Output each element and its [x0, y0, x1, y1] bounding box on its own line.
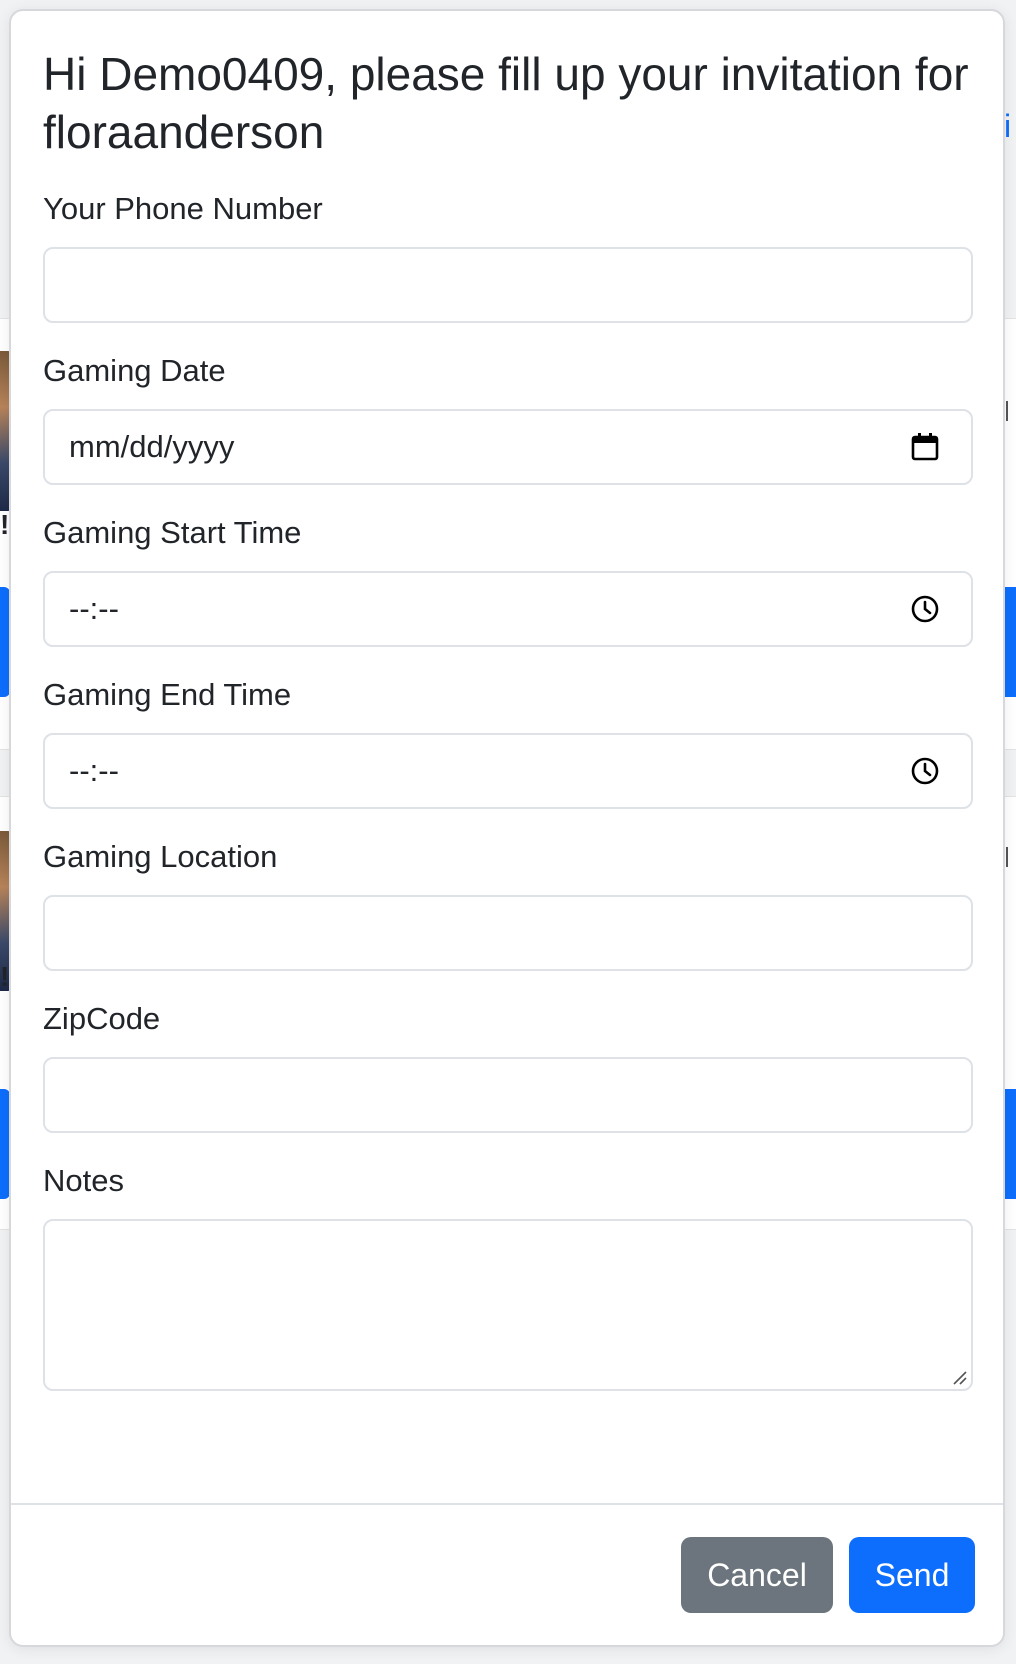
date-input[interactable]: mm/dd/yyyy — [43, 409, 973, 485]
start-time-label: Gaming Start Time — [43, 515, 302, 550]
phone-label: Your Phone Number — [43, 191, 323, 226]
phone-input[interactable] — [45, 249, 971, 321]
date-field-group: Gaming Date mm/dd/yyyy — [43, 353, 973, 485]
zipcode-input[interactable] — [45, 1059, 971, 1131]
zipcode-field-group: ZipCode — [43, 1001, 973, 1133]
location-field-group: Gaming Location — [43, 839, 973, 971]
phone-field-group: Your Phone Number — [43, 191, 973, 323]
notes-field-group: Notes — [43, 1163, 973, 1391]
send-button[interactable]: Send — [849, 1537, 975, 1613]
modal-footer: Cancel Send — [11, 1503, 1003, 1645]
invitation-modal: Hi Demo0409, please fill up your invitat… — [9, 9, 1005, 1647]
end-time-label: Gaming End Time — [43, 677, 292, 712]
notes-textarea-box — [43, 1219, 973, 1391]
end-time-input[interactable]: --:-- — [43, 733, 973, 809]
calendar-icon[interactable] — [909, 431, 941, 463]
modal-title: Hi Demo0409, please fill up your invitat… — [43, 48, 969, 158]
notes-label: Notes — [43, 1163, 124, 1198]
zipcode-input-box — [43, 1057, 973, 1133]
zipcode-label: ZipCode — [43, 1001, 161, 1036]
phone-input-box — [43, 247, 973, 323]
date-placeholder: mm/dd/yyyy — [69, 429, 235, 464]
start-time-placeholder: --:-- — [69, 591, 119, 626]
location-input[interactable] — [45, 897, 971, 969]
date-label: Gaming Date — [43, 353, 226, 388]
resize-handle-icon[interactable] — [951, 1369, 967, 1385]
start-time-field-group: Gaming Start Time --:-- — [43, 515, 973, 647]
modal-body: Hi Demo0409, please fill up your invitat… — [11, 11, 1003, 1391]
location-input-box — [43, 895, 973, 971]
clock-icon[interactable] — [909, 755, 941, 787]
notes-textarea[interactable] — [45, 1221, 971, 1389]
start-time-input[interactable]: --:-- — [43, 571, 973, 647]
location-label: Gaming Location — [43, 839, 278, 874]
cancel-button[interactable]: Cancel — [681, 1537, 833, 1613]
clock-icon[interactable] — [909, 593, 941, 625]
end-time-placeholder: --:-- — [69, 753, 119, 788]
end-time-field-group: Gaming End Time --:-- — [43, 677, 973, 809]
